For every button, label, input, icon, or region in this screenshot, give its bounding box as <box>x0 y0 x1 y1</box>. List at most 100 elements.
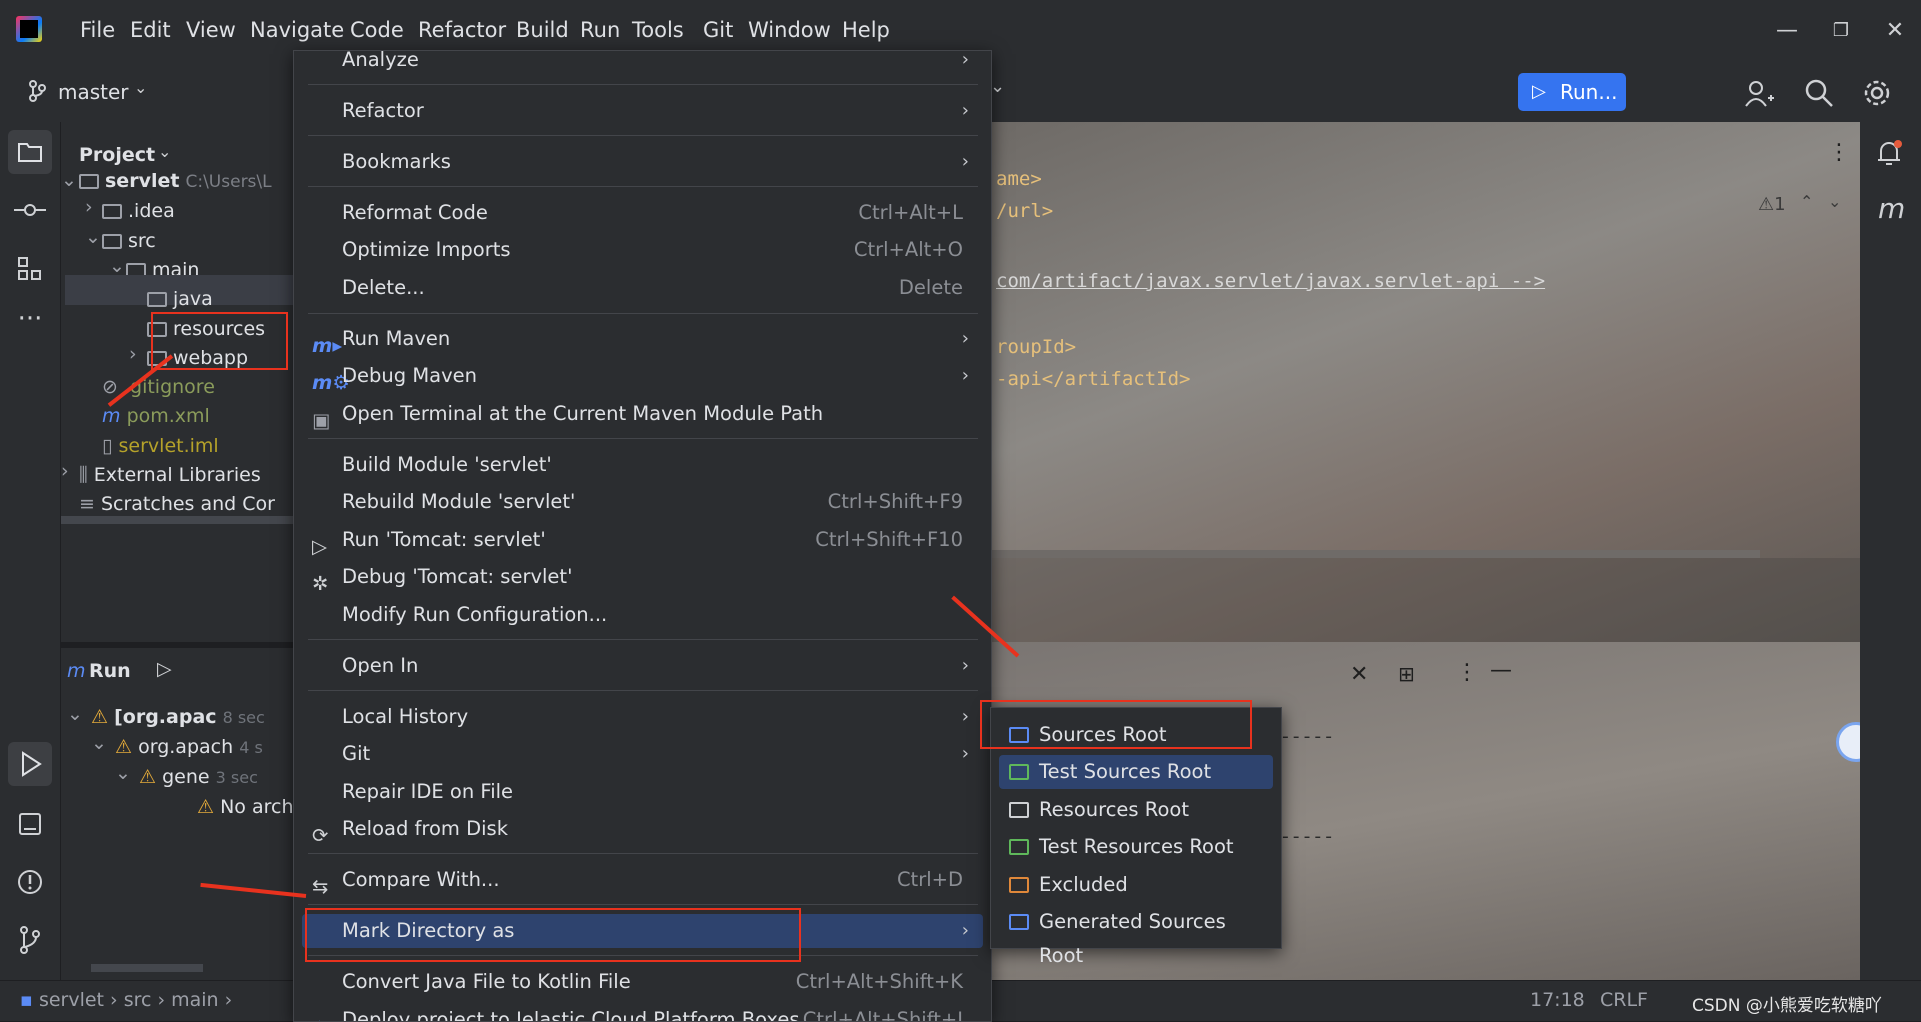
menu-item-run-maven[interactable]: m▸ Run Maven › <box>294 322 991 357</box>
submenu-item-resources-root[interactable]: Resources Root <box>999 793 1273 827</box>
run-row-2[interactable]: ⚠ org.apach 4 s <box>115 736 263 758</box>
tree-item-pom[interactable]: m pom.xml <box>102 405 210 427</box>
breadcrumb-src[interactable]: src <box>124 989 152 1011</box>
project-tool-folder-icon[interactable] <box>8 130 52 174</box>
collapse-chevron-icon[interactable]: › <box>61 460 69 482</box>
tree-item-external-libraries[interactable]: ⫼ External Libraries <box>79 464 261 486</box>
menu-item-optimize-imports[interactable]: Optimize Imports Ctrl+Alt+O <box>294 233 991 267</box>
menu-item-analyze[interactable]: Analyze › <box>294 51 991 77</box>
menu-item-repair-ide[interactable]: Repair IDE on File <box>294 775 991 809</box>
tree-item-idea[interactable]: .idea <box>102 200 175 222</box>
next-highlight-icon[interactable]: ⌄ <box>1828 192 1841 211</box>
expand-chevron-icon[interactable]: ⌄ <box>85 226 101 248</box>
expand-chevron-icon[interactable]: ⌄ <box>91 732 107 754</box>
menu-code[interactable]: Code <box>350 18 404 42</box>
menu-item-modify-run-config[interactable]: Modify Run Configuration... <box>294 598 991 632</box>
menu-window[interactable]: Window <box>748 18 831 42</box>
tree-item-java[interactable]: java <box>147 288 213 310</box>
breadcrumb-servlet[interactable]: servlet <box>39 989 104 1011</box>
run-row-1[interactable]: ⚠ [org.apac 8 sec <box>91 706 265 728</box>
menu-build[interactable]: Build <box>516 18 569 42</box>
close-icon[interactable]: ✕ <box>1350 662 1368 687</box>
maven-tool-icon[interactable]: m <box>1878 192 1905 225</box>
caret-position[interactable]: 17:18 <box>1530 989 1585 1011</box>
minimize-panel-icon[interactable]: — <box>1490 658 1512 683</box>
more-tools-icon[interactable]: ··· <box>8 304 52 348</box>
collapse-chevron-icon[interactable]: › <box>85 196 93 218</box>
menu-navigate[interactable]: Navigate <box>250 18 344 42</box>
search-icon[interactable] <box>1804 78 1834 108</box>
menu-item-delete[interactable]: Delete... Delete <box>294 271 991 305</box>
submenu-item-test-resources-root[interactable]: Test Resources Root <box>999 830 1273 864</box>
run-panel-title[interactable]: Run <box>89 660 131 682</box>
expand-chevron-icon[interactable]: ⌄ <box>67 703 83 725</box>
expand-chevron-icon[interactable]: ⌄ <box>61 169 77 191</box>
chevron-down-icon[interactable]: ⌄ <box>158 142 171 161</box>
menu-help[interactable]: Help <box>842 18 890 42</box>
chevron-down-icon[interactable]: ⌄ <box>134 78 147 97</box>
run-row-4[interactable]: ⚠ No arch <box>197 796 293 818</box>
layout-icon[interactable]: ⊞ <box>1398 662 1415 686</box>
project-panel-title[interactable]: Project <box>79 144 155 166</box>
breadcrumb-main[interactable]: main <box>171 989 218 1011</box>
editor-more-icon[interactable]: ⋮ <box>1828 140 1850 165</box>
submenu-item-generated-sources-root[interactable]: Generated Sources Root <box>999 905 1273 967</box>
menu-edit[interactable]: Edit <box>130 18 171 42</box>
menu-item-reload-from-disk[interactable]: ⟳ Reload from Disk <box>294 812 991 847</box>
horizontal-scrollbar[interactable] <box>91 964 203 972</box>
restore-icon[interactable]: ❐ <box>1826 16 1856 46</box>
floating-assistant-icon[interactable] <box>1836 722 1860 762</box>
menu-item-debug-tomcat[interactable]: ✲ Debug 'Tomcat: servlet' <box>294 560 991 595</box>
horizontal-scrollbar[interactable] <box>61 516 293 524</box>
terminal-icon[interactable] <box>8 802 52 846</box>
tree-item-scratches[interactable]: ≡ Scratches and Cor <box>79 493 275 515</box>
close-window-icon[interactable]: ✕ <box>1880 16 1910 46</box>
menu-git[interactable]: Git <box>703 18 733 42</box>
run-row-3[interactable]: ⚠ gene 3 sec <box>139 766 258 788</box>
menu-item-build-module[interactable]: Build Module 'servlet' <box>294 448 991 482</box>
expand-chevron-icon[interactable]: ⌄ <box>109 255 125 277</box>
editor-area[interactable]: ame> /url> com/artifact/javax.servlet/ja… <box>990 122 1860 642</box>
tree-item-src[interactable]: src <box>102 230 156 252</box>
menu-item-rebuild-module[interactable]: Rebuild Module 'servlet' Ctrl+Shift+F9 <box>294 485 991 519</box>
collapse-chevron-icon[interactable]: › <box>129 343 137 365</box>
editor-scrollbar[interactable] <box>990 550 1760 558</box>
console-more-icon[interactable]: ⋮ <box>1456 660 1478 685</box>
minimize-icon[interactable]: — <box>1772 16 1802 46</box>
warning-count[interactable]: ⚠1 <box>1758 194 1786 215</box>
rerun-play-icon[interactable]: ▷ <box>157 658 172 680</box>
expand-chevron-icon[interactable]: ⌄ <box>115 762 131 784</box>
menu-tools[interactable]: Tools <box>632 18 684 42</box>
commit-icon[interactable] <box>8 188 52 232</box>
menu-item-local-history[interactable]: Local History › <box>294 700 991 734</box>
structure-icon[interactable] <box>8 246 52 290</box>
run-button[interactable]: ▷ Run... <box>1518 73 1626 111</box>
tree-item-iml[interactable]: ▯ servlet.iml <box>102 435 219 457</box>
menu-item-bookmarks[interactable]: Bookmarks › <box>294 145 991 179</box>
submenu-item-excluded[interactable]: Excluded <box>999 868 1273 902</box>
menu-item-convert-to-kotlin[interactable]: Convert Java File to Kotlin File Ctrl+Alt… <box>294 965 991 999</box>
menu-refactor[interactable]: Refactor <box>418 18 506 42</box>
menu-item-run-tomcat[interactable]: ▷ Run 'Tomcat: servlet' Ctrl+Shift+F10 <box>294 523 991 558</box>
menu-item-deploy-jelastic[interactable]: ◆Deploy project to Jelastic Cloud Platfo… <box>294 1003 991 1021</box>
menu-view[interactable]: View <box>186 18 236 42</box>
line-separator[interactable]: CRLF <box>1600 989 1648 1011</box>
menu-item-refactor[interactable]: Refactor › <box>294 94 991 128</box>
prev-highlight-icon[interactable]: ⌃ <box>1800 192 1813 211</box>
git-tool-icon[interactable] <box>8 918 52 962</box>
run-tool-icon[interactable] <box>8 742 52 786</box>
menu-file[interactable]: File <box>80 18 115 42</box>
menu-run[interactable]: Run <box>580 18 620 42</box>
branch-name[interactable]: master <box>58 80 129 104</box>
menu-item-reformat-code[interactable]: Reformat Code Ctrl+Alt+L <box>294 196 991 230</box>
menu-item-open-terminal[interactable]: ▣ Open Terminal at the Current Maven Modu… <box>294 397 991 432</box>
tree-root-servlet[interactable]: servlet C:\Users\L <box>79 170 272 192</box>
config-chevron-icon[interactable]: ⌄ <box>990 76 1005 97</box>
menu-item-open-in[interactable]: Open In › <box>294 649 991 683</box>
problems-icon[interactable] <box>8 860 52 904</box>
add-user-icon[interactable] <box>1744 78 1774 108</box>
submenu-item-test-sources-root[interactable]: Test Sources Root <box>999 755 1273 789</box>
notifications-bell-icon[interactable] <box>1874 138 1904 168</box>
menu-item-debug-maven[interactable]: m⚙ Debug Maven › <box>294 359 991 394</box>
settings-gear-icon[interactable] <box>1862 78 1892 108</box>
